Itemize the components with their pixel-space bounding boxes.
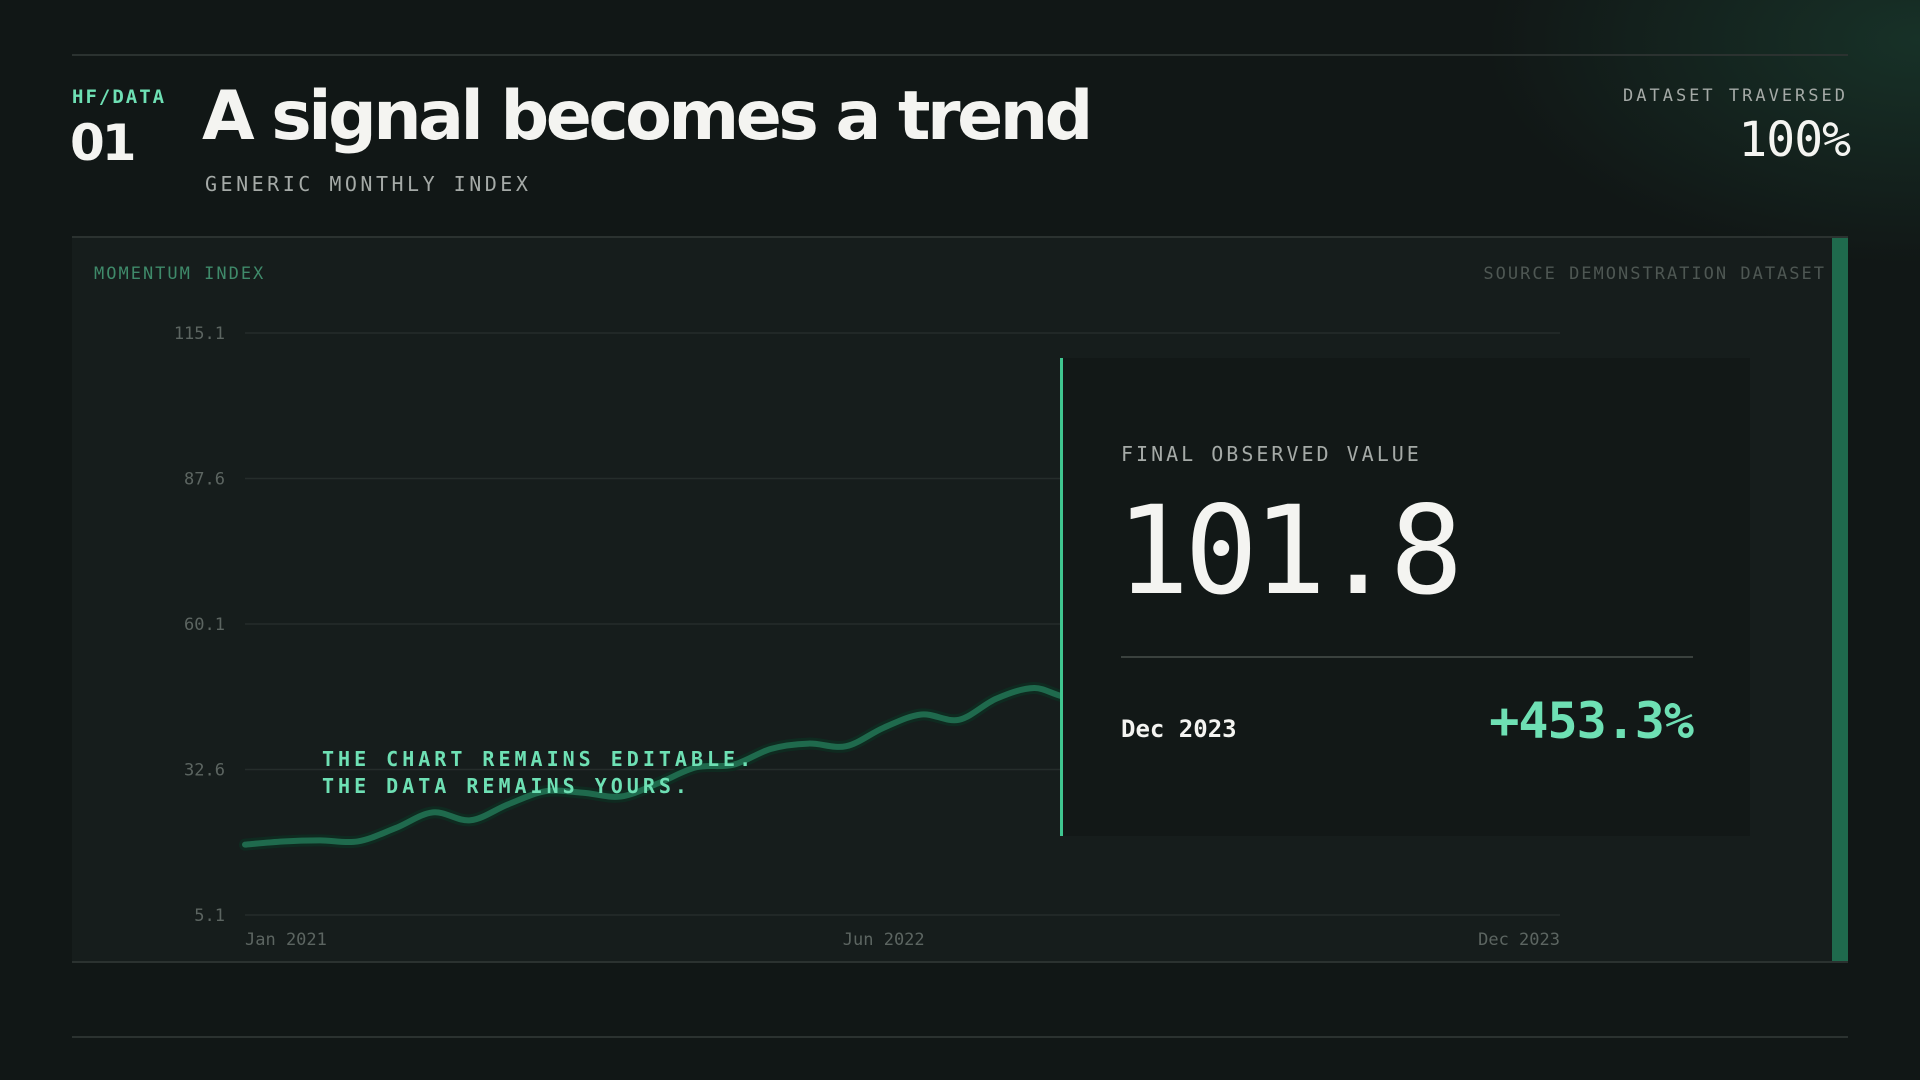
final-value-date: Dec 2023 — [1121, 715, 1237, 743]
x-tick-label: Jan 2021 — [245, 930, 327, 950]
chart-panel: MOMENTUM INDEX SOURCE DEMONSTRATION DATA… — [72, 236, 1848, 963]
y-tick-label: 60.1 — [184, 615, 225, 635]
annotation-line-2: THE DATA REMAINS YOURS. — [322, 774, 691, 798]
section-kicker: HF/DATA — [72, 86, 167, 108]
page-subtitle: GENERIC MONTHLY INDEX — [205, 172, 532, 196]
top-rule — [72, 54, 1848, 56]
final-value: 101.8 — [1116, 480, 1463, 622]
page-title: A signal becomes a trend — [202, 77, 1093, 156]
bottom-rule — [72, 1036, 1848, 1038]
y-tick-label: 115.1 — [174, 324, 225, 344]
dataset-traversed-value: 100% — [1738, 112, 1851, 168]
y-tick-label: 5.1 — [194, 906, 225, 926]
y-tick-label: 87.6 — [184, 470, 225, 490]
percent-change: +453.3% — [1489, 692, 1694, 750]
panel-accent-bar — [1832, 238, 1848, 961]
dataset-traversed-label: DATASET TRAVERSED — [1623, 86, 1848, 106]
slide-number: 01 — [70, 114, 137, 172]
y-tick-label: 32.6 — [184, 761, 225, 781]
final-value-label: FINAL OBSERVED VALUE — [1121, 442, 1422, 466]
x-tick-label: Jun 2022 — [843, 930, 925, 950]
card-divider — [1121, 656, 1693, 658]
annotation-line-1: THE CHART REMAINS EDITABLE. — [322, 747, 756, 771]
final-value-card: FINAL OBSERVED VALUE 101.8 Dec 2023 +453… — [1060, 358, 1750, 836]
card-accent-edge — [1060, 358, 1063, 836]
x-tick-label: Dec 2023 — [1478, 930, 1560, 950]
chart-annotation: THE CHART REMAINS EDITABLE. THE DATA REM… — [322, 746, 755, 800]
